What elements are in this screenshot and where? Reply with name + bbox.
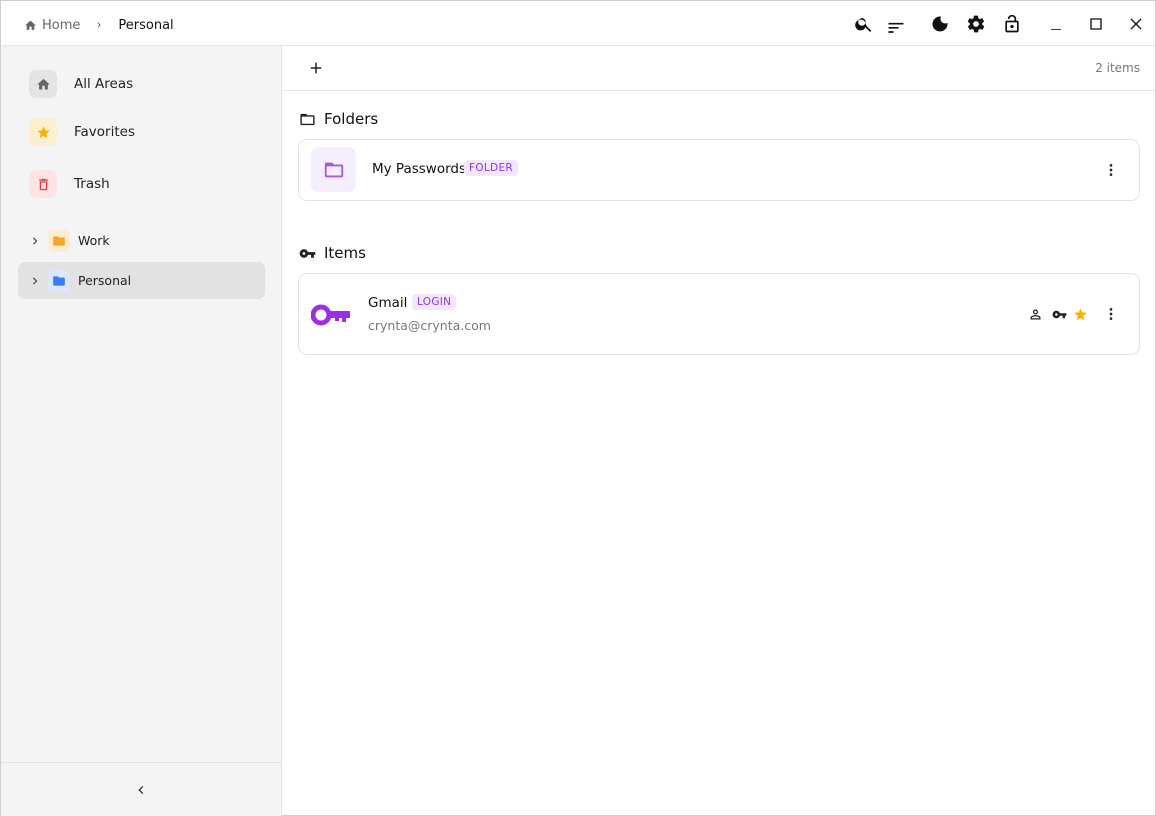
key-icon — [310, 300, 351, 330]
copy-password-icon[interactable] — [1051, 306, 1067, 322]
collapse-sidebar-icon[interactable] — [131, 780, 151, 800]
item-username: crynta@crynta.com — [368, 318, 491, 333]
sort-icon[interactable] — [885, 16, 907, 38]
sidebar-item-label: Trash — [74, 176, 110, 192]
more-vert-icon[interactable] — [1102, 161, 1120, 179]
folder-icon — [311, 147, 356, 192]
folder-icon — [48, 229, 70, 252]
more-vert-icon[interactable] — [1102, 305, 1120, 323]
sidebar: All Areas Favorites Trash Work Personal — [1, 46, 282, 816]
settings-icon[interactable] — [965, 13, 987, 35]
dark-mode-icon[interactable] — [929, 13, 951, 35]
folder-tag: FOLDER — [464, 160, 518, 176]
breadcrumb-home[interactable]: Home — [24, 18, 80, 33]
breadcrumb: Home Personal — [24, 16, 174, 34]
sidebar-item-trash[interactable]: Trash — [29, 169, 110, 199]
section-title-folders: Folders — [299, 110, 378, 128]
add-icon[interactable] — [306, 58, 326, 78]
content-toolbar: 2 items — [282, 46, 1155, 91]
lock-icon[interactable] — [1001, 13, 1023, 35]
tree-item-work[interactable]: Work — [18, 222, 265, 259]
section-label: Folders — [324, 110, 379, 128]
breadcrumb-home-label: Home — [42, 17, 81, 33]
folder-name: My Passwords — [372, 161, 467, 177]
star-icon — [29, 118, 57, 146]
section-title-items: Items — [299, 244, 366, 262]
folder-outline-icon — [300, 113, 315, 125]
trash-icon — [29, 170, 57, 198]
item-card[interactable]: Gmail LOGIN crynta@crynta.com — [298, 273, 1140, 355]
sidebar-item-favorites[interactable]: Favorites — [29, 117, 135, 147]
home-icon — [25, 20, 36, 30]
chevron-right-icon[interactable] — [28, 234, 42, 248]
item-tag: LOGIN — [412, 294, 457, 310]
section-label: Items — [324, 244, 366, 262]
sidebar-item-label: All Areas — [74, 76, 134, 92]
favorite-star-icon[interactable] — [1072, 306, 1088, 322]
breadcrumb-current: Personal — [118, 17, 174, 33]
item-count: 2 items — [1095, 61, 1140, 75]
tree-item-personal[interactable]: Personal — [18, 262, 265, 299]
title-bar: Home Personal — [1, 1, 1155, 46]
minimize-icon[interactable] — [1045, 13, 1067, 35]
maximize-icon[interactable] — [1085, 13, 1107, 35]
folder-card[interactable]: My Passwords FOLDER — [298, 139, 1140, 201]
sidebar-footer — [1, 762, 281, 816]
folder-icon — [48, 269, 70, 292]
search-icon[interactable] — [853, 13, 875, 35]
key-icon — [299, 248, 316, 258]
main-content: 2 items Folders My Passwords FOLDER Item… — [282, 46, 1155, 816]
copy-username-icon[interactable] — [1027, 306, 1043, 322]
app-window: Home Personal All Areas Favorites Trash … — [0, 0, 1156, 816]
item-name: Gmail — [368, 295, 408, 311]
chevron-right-icon[interactable] — [28, 274, 42, 288]
sidebar-item-label: Favorites — [74, 124, 135, 140]
tree-item-label: Work — [78, 233, 110, 248]
chevron-right-icon — [97, 22, 102, 28]
close-icon[interactable] — [1125, 13, 1147, 35]
home-icon — [29, 70, 57, 98]
sidebar-item-all-areas[interactable]: All Areas — [29, 69, 133, 99]
tree-item-label: Personal — [78, 273, 132, 288]
